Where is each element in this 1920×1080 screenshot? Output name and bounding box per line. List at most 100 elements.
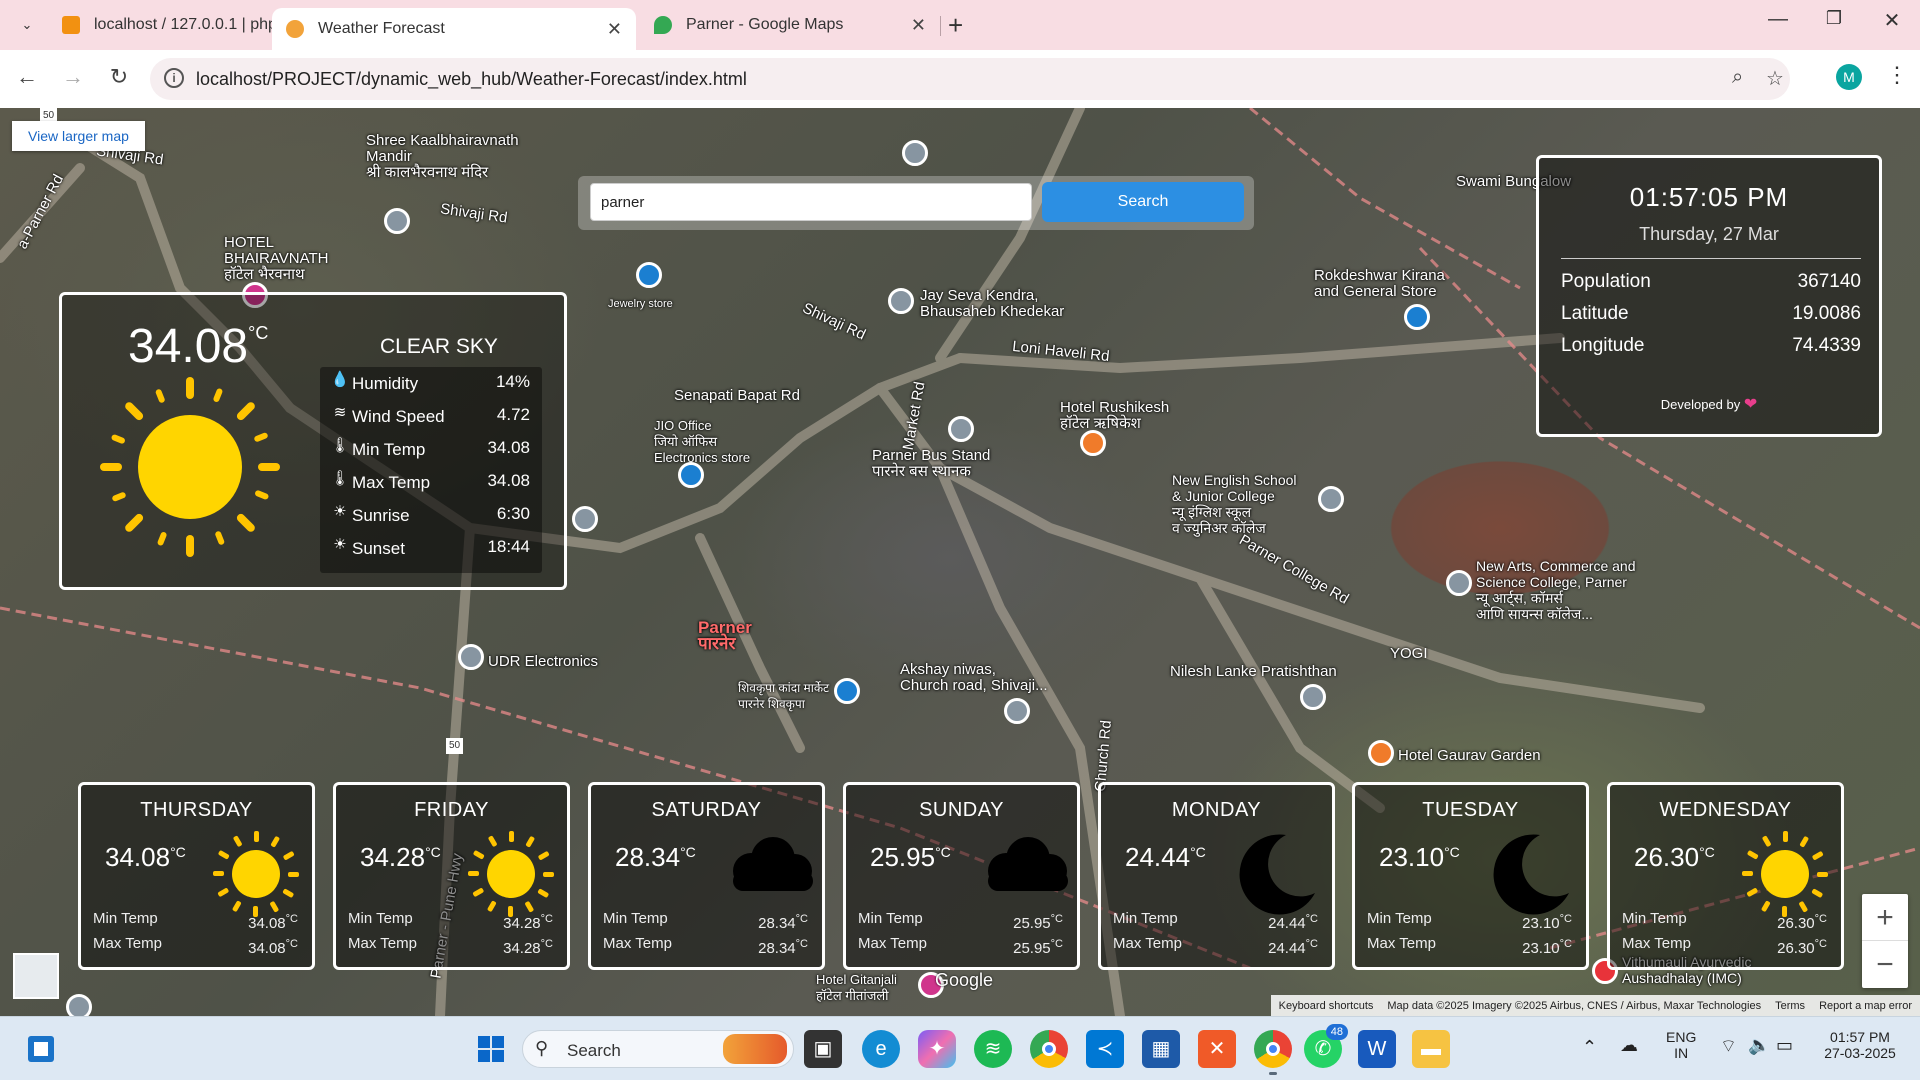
forecast-temp-value: 28.34 <box>615 842 681 872</box>
profile-avatar[interactable]: M <box>1836 64 1862 90</box>
minimize-button[interactable]: — <box>1758 8 1798 31</box>
map-pin-icon[interactable] <box>66 994 92 1016</box>
file-explorer-icon[interactable]: ▬ <box>1412 1030 1450 1068</box>
max-temp-label: Max Temp <box>1622 935 1691 952</box>
edge-icon[interactable]: e <box>862 1030 900 1068</box>
max-temp-label: Max Temp <box>348 935 417 952</box>
copilot-icon[interactable]: ✦ <box>918 1030 956 1068</box>
widgets-icon[interactable] <box>22 1030 60 1068</box>
onedrive-cloud-icon[interactable]: ☁ <box>1620 1035 1638 1056</box>
view-larger-map-link[interactable]: View larger map <box>12 121 145 151</box>
map-attribution: Keyboard shortcuts Map data ©2025 Imager… <box>1270 995 1920 1016</box>
close-window-button[interactable]: ✕ <box>1872 8 1912 33</box>
search-highlight-image <box>723 1034 787 1064</box>
max-temp-label: Max Temp <box>1367 935 1436 952</box>
info-label: Latitude <box>1561 303 1629 324</box>
show-hidden-icons[interactable]: ⌃ <box>1582 1037 1597 1058</box>
chrome-active-icon[interactable] <box>1254 1030 1292 1075</box>
whatsapp-icon[interactable]: ✆ 48 <box>1304 1024 1348 1068</box>
place-label: Parner Bus Stand पारनेर बस स्थानक <box>872 447 991 480</box>
word-icon[interactable]: W <box>1358 1030 1396 1068</box>
shopping-pin-icon[interactable] <box>678 462 704 488</box>
map-pin-icon[interactable] <box>458 644 484 670</box>
temp-unit: °C <box>1699 844 1715 860</box>
max-temp-number: 25.95 <box>1013 940 1051 957</box>
clock[interactable]: 01:57 PM 27-03-2025 <box>1820 1029 1900 1061</box>
taskbar-search[interactable]: ⚲ Search <box>522 1030 794 1068</box>
vscode-icon[interactable]: ≺ <box>1086 1030 1124 1068</box>
chrome-icon[interactable] <box>1030 1030 1068 1068</box>
cloud-icon <box>721 829 821 904</box>
close-tab-icon[interactable]: ✕ <box>911 15 926 36</box>
min-temp-label: Min Temp <box>1113 910 1178 927</box>
store-icon[interactable]: ▦ <box>1142 1030 1180 1068</box>
map-pin-icon[interactable] <box>888 288 914 314</box>
maximize-button[interactable]: ❐ <box>1814 8 1854 29</box>
map-pin-icon[interactable] <box>948 416 974 442</box>
tab-search-button[interactable]: ⌄ <box>14 12 40 38</box>
min-temp-number: 23.10 <box>1522 915 1560 932</box>
battery-icon[interactable]: ▭ <box>1776 1035 1793 1056</box>
close-tab-icon[interactable]: ✕ <box>607 19 622 40</box>
zoom-icon[interactable]: ⌕ <box>1732 66 1743 89</box>
forecast-temp: 28.34°C <box>615 842 696 873</box>
reload-button[interactable]: ↻ <box>104 64 134 90</box>
current-date: Thursday, 27 Mar <box>1639 224 1779 244</box>
min-temp-label: Min Temp <box>603 910 668 927</box>
restaurant-pin-icon[interactable] <box>1080 430 1106 456</box>
city-search-input[interactable] <box>590 183 1032 221</box>
shopping-pin-icon[interactable] <box>834 678 860 704</box>
wifi-icon[interactable]: ⌔ <box>1720 1035 1737 1058</box>
map-pin-icon[interactable] <box>572 506 598 532</box>
stat-max-temp: 🌡 Max Temp 34.08 <box>320 466 542 499</box>
tab-weather-forecast[interactable]: Weather Forecast ✕ <box>272 8 636 50</box>
browser-menu-icon[interactable]: ⋮ <box>1886 62 1908 88</box>
map-pin-icon[interactable] <box>384 208 410 234</box>
zoom-out-button[interactable]: − <box>1862 941 1908 988</box>
temp-unit: °C <box>795 938 808 950</box>
school-pin-icon[interactable] <box>1446 570 1472 596</box>
stat-label: Sunrise <box>352 506 410 525</box>
stat-label: Max Temp <box>352 473 431 492</box>
new-tab-button[interactable]: + <box>948 10 963 41</box>
google-logo: Google <box>935 970 994 990</box>
zoom-in-button[interactable]: + <box>1862 894 1908 941</box>
map-pin-icon[interactable] <box>1300 684 1326 710</box>
map-layer-toggle[interactable] <box>13 953 59 999</box>
task-view-icon[interactable]: ▣ <box>804 1030 842 1068</box>
min-temp-number: 34.08 <box>248 915 286 932</box>
forecast-temp: 24.44°C <box>1125 842 1206 873</box>
forecast-card-friday: FRIDAY 34.28°C Min Temp 34.28°C Max Temp 34.2… <box>333 782 570 970</box>
min-temp-number: 34.28 <box>503 915 541 932</box>
tab-google-maps[interactable]: Parner - Google Maps ✕ <box>640 8 940 42</box>
back-button[interactable]: ← <box>12 64 42 90</box>
spotify-icon[interactable]: ≋ <box>974 1030 1012 1068</box>
weather-description: CLEAR SKY <box>380 335 498 358</box>
map-pin-icon[interactable] <box>1004 698 1030 724</box>
site-info-icon[interactable]: i <box>164 68 184 88</box>
restaurant-pin-icon[interactable] <box>1368 740 1394 766</box>
terms-link[interactable]: Terms <box>1775 1000 1805 1012</box>
temp-unit: °C <box>285 938 298 950</box>
address-bar[interactable]: i localhost/PROJECT/dynamic_web_hub/Weat… <box>150 58 1790 100</box>
info-value: 19.0086 <box>1792 303 1861 324</box>
min-temp-label: Min Temp <box>858 910 923 927</box>
forward-button[interactable]: → <box>58 64 88 90</box>
start-windows-icon[interactable] <box>472 1030 510 1068</box>
keyboard-shortcuts-link[interactable]: Keyboard shortcuts <box>1279 1000 1374 1012</box>
language-indicator[interactable]: ENG IN <box>1666 1029 1696 1061</box>
shopping-pin-icon[interactable] <box>1404 304 1430 330</box>
max-temp-value: 25.95°C <box>1013 938 1063 957</box>
search-button[interactable]: Search <box>1042 182 1244 222</box>
bookmark-star-icon[interactable]: ☆ <box>1766 66 1784 91</box>
map-pin-icon[interactable] <box>902 140 928 166</box>
max-temp-number: 34.08 <box>248 940 286 957</box>
shopping-pin-icon[interactable] <box>636 262 662 288</box>
report-error-link[interactable]: Report a map error <box>1819 1000 1912 1012</box>
wind-icon: ≋ <box>333 404 347 421</box>
school-pin-icon[interactable] <box>1318 486 1344 512</box>
forecast-temp-value: 34.28 <box>360 842 426 872</box>
min-temp-label: Min Temp <box>93 910 158 927</box>
postman-icon[interactable]: ✕ <box>1198 1030 1236 1068</box>
volume-icon[interactable]: 🔈 <box>1748 1035 1770 1056</box>
